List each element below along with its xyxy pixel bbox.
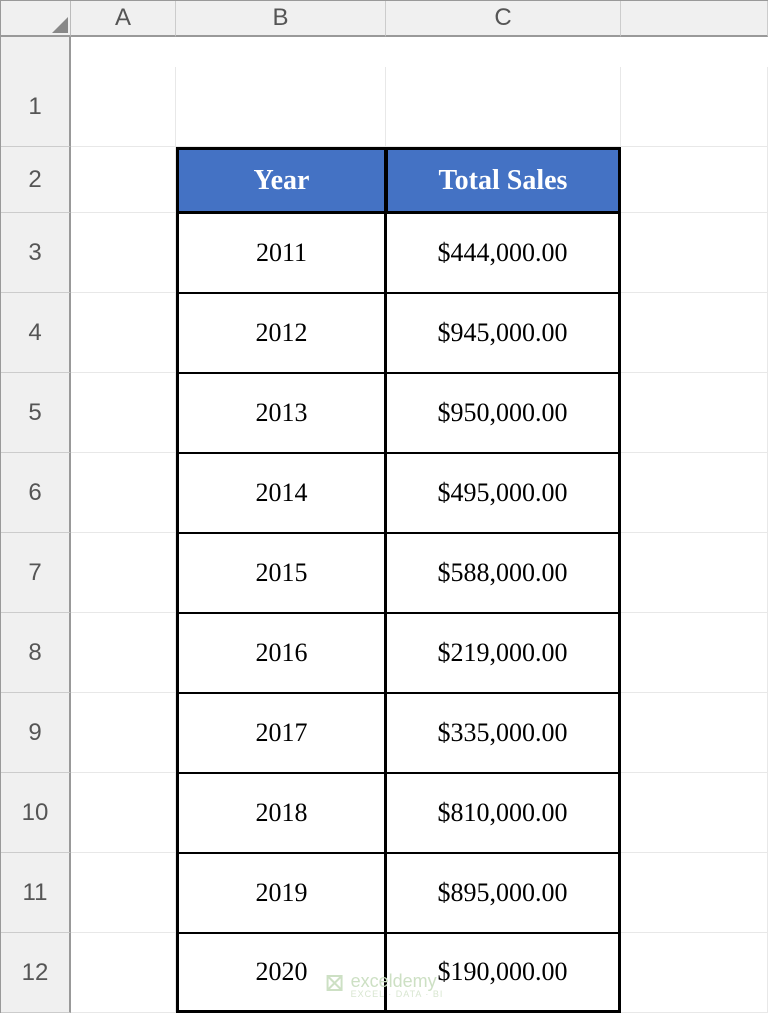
cell-d12[interactable] [621,933,768,1013]
spreadsheet-grid: A B C 1 2 Year Total Sales 3 2011 $444,0… [0,0,768,1013]
row-header-10[interactable]: 10 [1,773,71,853]
cell-gap [386,37,621,67]
col-header-c[interactable]: C [386,1,621,37]
table-row[interactable]: $950,000.00 [386,373,621,453]
cell-a9[interactable] [71,693,176,773]
table-row[interactable]: $335,000.00 [386,693,621,773]
row-header-5[interactable]: 5 [1,373,71,453]
cell-c1[interactable] [386,67,621,147]
cell-a7[interactable] [71,533,176,613]
cell-a2[interactable] [71,147,176,213]
cell-a8[interactable] [71,613,176,693]
cell-a6[interactable] [71,453,176,533]
cell-d6[interactable] [621,453,768,533]
cell-a3[interactable] [71,213,176,293]
table-row[interactable]: $444,000.00 [386,213,621,293]
cell-d1[interactable] [621,67,768,147]
cell-d2[interactable] [621,147,768,213]
cell-d11[interactable] [621,853,768,933]
table-row[interactable]: 2012 [176,293,386,373]
row-header-8[interactable]: 8 [1,613,71,693]
cell-d5[interactable] [621,373,768,453]
cell-a1[interactable] [71,67,176,147]
cell-a4[interactable] [71,293,176,373]
row-header-9[interactable]: 9 [1,693,71,773]
row-header-7[interactable]: 7 [1,533,71,613]
watermark-logo-icon [325,973,345,998]
cell-d9[interactable] [621,693,768,773]
cell-a5[interactable] [71,373,176,453]
row-header-4[interactable]: 4 [1,293,71,373]
table-row[interactable]: 2013 [176,373,386,453]
cell-gap [71,37,176,67]
watermark-name: exceldemy [351,972,444,990]
cell-d3[interactable] [621,213,768,293]
cell-d7[interactable] [621,533,768,613]
col-header-b[interactable]: B [176,1,386,37]
table-row[interactable]: 2016 [176,613,386,693]
table-row[interactable]: 2018 [176,773,386,853]
watermark: exceldemy EXCEL · DATA · BI [325,972,444,999]
cell-a10[interactable] [71,773,176,853]
row-header-12[interactable]: 12 [1,933,71,1013]
table-row[interactable]: $810,000.00 [386,773,621,853]
table-row[interactable]: 2014 [176,453,386,533]
cell-a11[interactable] [71,853,176,933]
table-row[interactable]: 2015 [176,533,386,613]
row-header-1[interactable]: 1 [1,67,71,147]
row-gap [1,37,71,67]
row-header-6[interactable]: 6 [1,453,71,533]
row-header-11[interactable]: 11 [1,853,71,933]
cell-d8[interactable] [621,613,768,693]
col-header-a[interactable]: A [71,1,176,37]
cell-gap [621,37,768,67]
table-header-year[interactable]: Year [176,147,386,213]
table-header-sales[interactable]: Total Sales [386,147,621,213]
table-row[interactable]: 2019 [176,853,386,933]
table-row[interactable]: 2011 [176,213,386,293]
table-row[interactable]: $945,000.00 [386,293,621,373]
table-row[interactable]: $588,000.00 [386,533,621,613]
row-header-2[interactable]: 2 [1,147,71,213]
table-row[interactable]: $895,000.00 [386,853,621,933]
table-row[interactable]: 2017 [176,693,386,773]
table-row[interactable]: $495,000.00 [386,453,621,533]
cell-b1[interactable] [176,67,386,147]
watermark-tagline: EXCEL · DATA · BI [351,990,444,999]
cell-d4[interactable] [621,293,768,373]
row-header-3[interactable]: 3 [1,213,71,293]
select-all-corner[interactable] [1,1,71,37]
table-row[interactable]: $219,000.00 [386,613,621,693]
cell-a12[interactable] [71,933,176,1013]
cell-gap [176,37,386,67]
cell-d10[interactable] [621,773,768,853]
col-header-blank[interactable] [621,1,768,37]
